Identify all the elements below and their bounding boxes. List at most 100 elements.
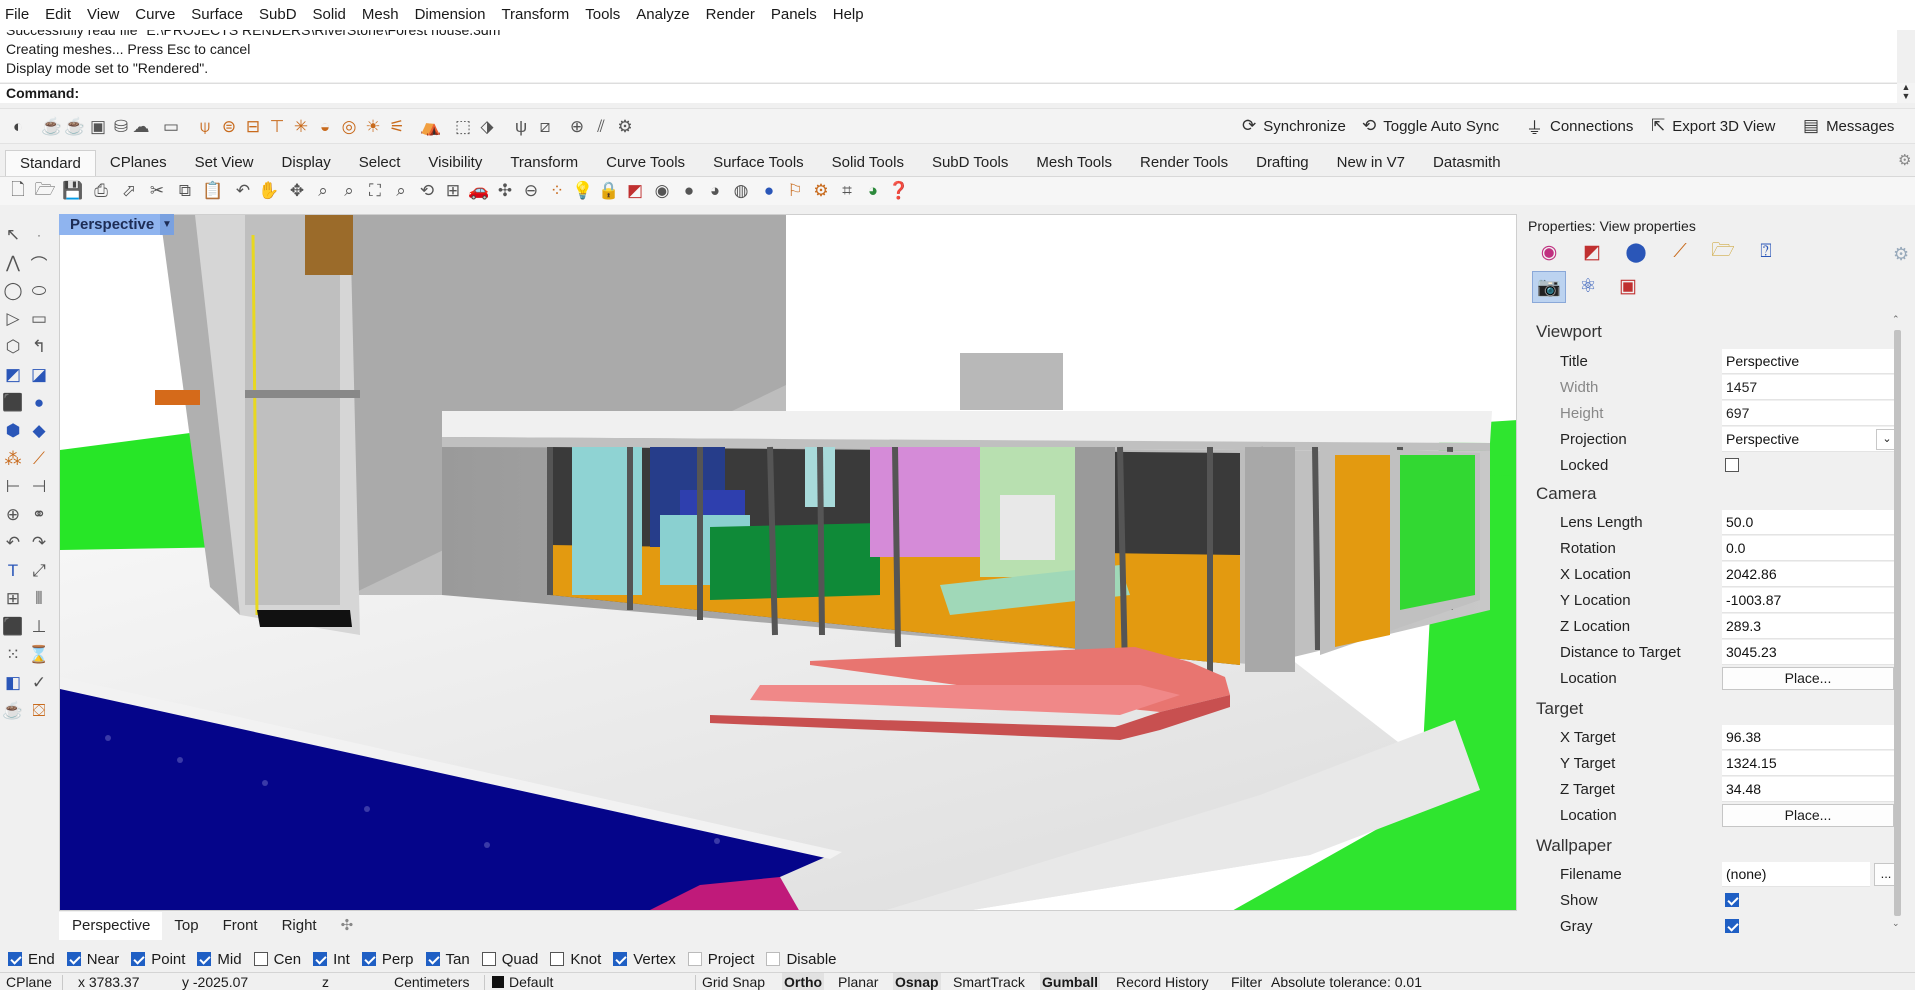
rect-light-icon[interactable]: ⊟ (242, 116, 264, 138)
dimension-icon[interactable]: ⌗ (836, 180, 858, 202)
cplane-icon[interactable]: ⊖ (520, 180, 542, 202)
osnap-vertex[interactable]: Vertex (613, 951, 676, 968)
arc-icon[interactable]: ▷ (2, 308, 24, 330)
menu-curve[interactable]: Curve (127, 0, 183, 30)
fillet-icon[interactable]: ↰ (28, 336, 50, 358)
zoom-extents-icon[interactable]: ⛶ (364, 180, 386, 202)
mesh-icon[interactable]: ⬢ (2, 420, 24, 442)
viewport-tab-top[interactable]: Top (162, 912, 210, 940)
tab-standard[interactable]: Standard (5, 150, 96, 176)
point-icon[interactable]: · (28, 224, 50, 246)
smarttrack-toggle[interactable]: SmartTrack (953, 973, 1025, 990)
car-icon[interactable]: 🚗 (468, 180, 490, 202)
sun-icon[interactable]: ☀ (362, 116, 384, 138)
weight-icon[interactable]: ⛁ (110, 116, 132, 138)
connections-button[interactable]: ⏚ Connections (1526, 108, 1633, 144)
tabs-settings-gear-icon[interactable]: ⚙ (1898, 151, 1911, 169)
paste-icon[interactable]: 📋 (202, 180, 224, 202)
export-icon[interactable]: ⬀ (118, 180, 140, 202)
folder-tab-icon[interactable]: 🗁 (1710, 239, 1736, 265)
layer-icon[interactable]: ◩ (624, 180, 646, 202)
mesh-teapot-icon[interactable]: ☕ (64, 116, 86, 138)
help-icon[interactable]: ❓ (888, 180, 910, 202)
tab-transform[interactable]: Transform (496, 150, 592, 176)
filename-field[interactable]: (none) (1722, 862, 1870, 887)
copy-icon[interactable]: ⧉ (174, 180, 196, 202)
target-place-button[interactable]: Place... (1722, 804, 1894, 827)
scroll-up-icon[interactable]: ⌃ (1892, 314, 1900, 325)
title-field[interactable]: Perspective (1722, 349, 1897, 374)
rendered-sphere-icon[interactable]: ◕ (704, 180, 726, 202)
ellipse-icon[interactable]: ⬭ (28, 280, 50, 302)
synchronize-button[interactable]: ⟳ Synchronize (1242, 108, 1346, 144)
frame-icon[interactable]: ▭ (160, 116, 182, 138)
molecule-tab-icon[interactable]: ⚛ (1575, 273, 1601, 299)
osnap-mid-checkbox[interactable] (197, 952, 212, 966)
lock-icon[interactable]: 🔒 (598, 180, 620, 202)
directional-light-icon[interactable]: ⚟ (386, 116, 408, 138)
surface-edit-icon[interactable]: ◪ (28, 364, 50, 386)
render-icon[interactable]: ⛺ (420, 116, 442, 138)
tab-set-view[interactable]: Set View (181, 150, 268, 176)
osnap-end[interactable]: End (8, 951, 55, 968)
rotation-field[interactable]: 0.0 (1722, 536, 1897, 561)
tab-cplanes[interactable]: CPlanes (96, 150, 181, 176)
viewport-title[interactable]: Perspective (59, 214, 163, 235)
cplane-label[interactable]: CPlane (6, 973, 52, 990)
messages-button[interactable]: ▤ Messages (1803, 108, 1894, 144)
menu-surface[interactable]: Surface (183, 0, 251, 30)
tab-subd-tools[interactable]: SubD Tools (918, 150, 1022, 176)
export-3d-view-button[interactable]: ⇱ Export 3D View (1651, 108, 1775, 144)
add-viewport-icon[interactable]: ✣ (329, 912, 366, 940)
menu-file[interactable]: File (0, 0, 37, 30)
menu-analyze[interactable]: Analyze (628, 0, 697, 30)
width-field[interactable]: 1457 (1722, 375, 1897, 400)
wallpaper-tab-icon[interactable]: ▣ (1615, 273, 1641, 299)
grid-icon[interactable]: ⊞ (442, 180, 464, 202)
select-points-icon[interactable]: ⁘ (546, 180, 568, 202)
ortho-toggle[interactable]: Ortho (782, 973, 825, 990)
spotlight-icon[interactable]: ⍦ (194, 116, 216, 138)
group-icon[interactable]: ⚭ (28, 504, 50, 526)
osnap-near-checkbox[interactable] (66, 952, 81, 966)
toggle-auto-sync-button[interactable]: ⟲ Toggle Auto Sync (1362, 108, 1499, 144)
projection-select[interactable]: Perspective (1722, 427, 1897, 452)
measure-icon[interactable]: ⊥ (28, 616, 50, 638)
cloud-icon[interactable]: ☁ (130, 116, 152, 138)
tab-drafting[interactable]: Drafting (1242, 150, 1323, 176)
tab-visibility[interactable]: Visibility (414, 150, 496, 176)
camera-tab-icon[interactable]: 📷 (1532, 271, 1566, 303)
osnap-point-checkbox[interactable] (131, 952, 146, 966)
rhino-globe-icon[interactable]: ◕ (862, 180, 884, 202)
osnap-knot[interactable]: Knot (550, 951, 601, 968)
transform-icon[interactable]: ⊢ (2, 476, 24, 498)
y-location-field[interactable]: -1003.87 (1722, 588, 1897, 613)
cut-icon[interactable]: ✂ (146, 180, 168, 202)
height-field[interactable]: 697 (1722, 401, 1897, 426)
box-outline-icon[interactable]: ⬚ (452, 116, 474, 138)
tools-icon[interactable]: ⫽ (590, 116, 612, 138)
target-light-icon[interactable]: ◎ (338, 116, 360, 138)
decal-icon[interactable]: ⧄ (534, 116, 556, 138)
dimension-tool-icon[interactable]: ⟋ (28, 448, 50, 470)
boolean-icon[interactable]: ⊕ (2, 504, 24, 526)
x-target-field[interactable]: 96.38 (1722, 725, 1897, 750)
scroll-thumb[interactable] (1894, 330, 1901, 916)
gray-checkbox[interactable] (1725, 919, 1739, 933)
panel-scrollbar[interactable]: ⌃ ⌄ (1892, 314, 1906, 934)
viewport-tab-front[interactable]: Front (211, 912, 270, 940)
history-scrollbar[interactable]: ▲ ▼ (1897, 83, 1915, 103)
filter-toggle[interactable]: Filter (1231, 973, 1262, 990)
osnap-perp-checkbox[interactable] (361, 952, 376, 966)
osnap-cen-checkbox[interactable] (253, 952, 268, 966)
z-target-field[interactable]: 34.48 (1722, 777, 1897, 802)
check-icon[interactable]: ✓ (28, 672, 50, 694)
surface-icon[interactable]: ◩ (2, 364, 24, 386)
menu-panels[interactable]: Panels (763, 0, 825, 30)
dome-light-icon[interactable]: ◒ (314, 116, 336, 138)
materials-tab-icon[interactable]: ⬤ (1623, 239, 1649, 265)
osnap-toggle[interactable]: Osnap (893, 973, 941, 990)
gumball-icon[interactable]: ✣ (494, 180, 516, 202)
menu-transform[interactable]: Transform (493, 0, 577, 30)
osnap-disable[interactable]: Disable (766, 951, 837, 968)
